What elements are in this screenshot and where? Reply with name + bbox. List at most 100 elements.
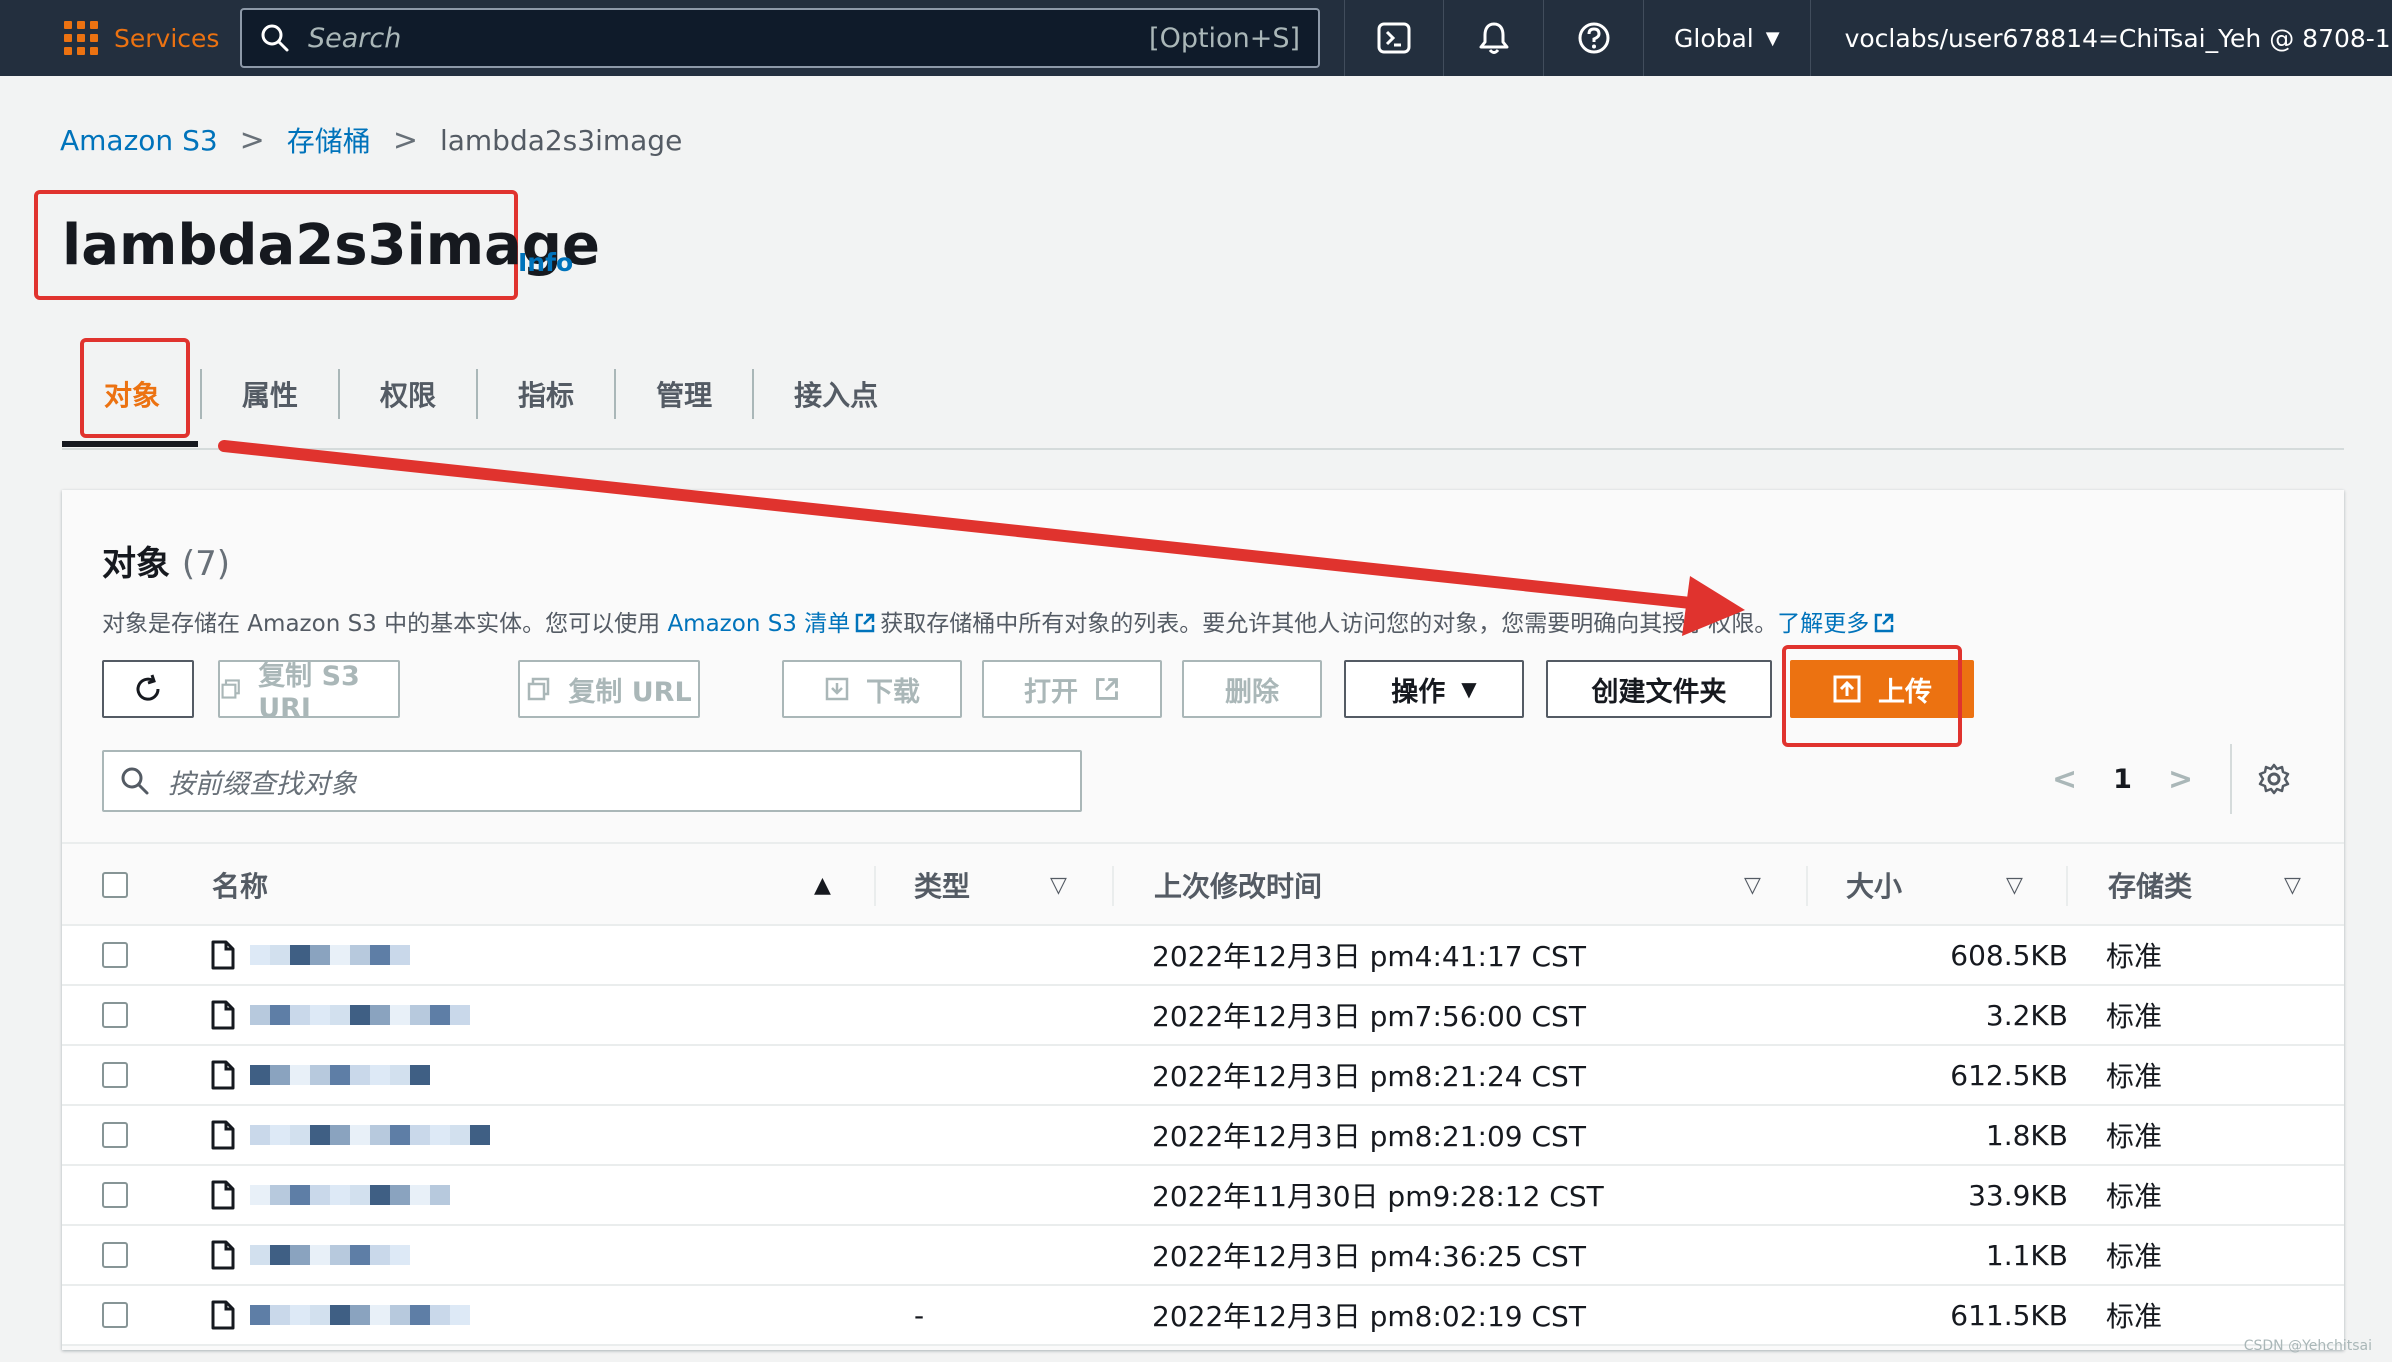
row-checkbox[interactable]: [102, 986, 128, 1044]
row-checkbox[interactable]: [102, 1106, 128, 1164]
panel-description: 对象是存储在 Amazon S3 中的基本实体。您可以使用 Amazon S3 …: [102, 604, 1899, 638]
row-checkbox[interactable]: [102, 1226, 128, 1284]
sort-icon[interactable]: ▽: [2284, 844, 2301, 926]
help-icon: [1578, 22, 1609, 54]
object-size: 608.5KB: [1950, 938, 2068, 972]
object-name-link[interactable]: [210, 926, 410, 984]
tab-permissions[interactable]: 权限: [338, 369, 476, 419]
tab-properties[interactable]: 属性: [200, 369, 338, 419]
file-icon: [211, 1240, 235, 1270]
object-last-modified: 2022年12月3日 pm8:02:19 CST: [1152, 1300, 1586, 1333]
column-size[interactable]: 大小: [1846, 844, 1902, 926]
object-name-link[interactable]: [210, 1046, 430, 1104]
download-button[interactable]: 下载: [782, 660, 962, 718]
tab-management[interactable]: 管理: [614, 369, 752, 419]
tab-annotation-box: [80, 338, 190, 438]
region-selector[interactable]: Global ▼: [1644, 0, 1811, 76]
copy-icon: [528, 677, 550, 701]
sort-icon[interactable]: ▽: [1050, 844, 1067, 926]
delete-button[interactable]: 删除: [1182, 660, 1322, 718]
object-name-link[interactable]: [210, 1166, 450, 1224]
objects-panel: 对象 (7) 对象是存储在 Amazon S3 中的基本实体。您可以使用 Ama…: [62, 490, 2344, 1350]
copy-url-label: 复制 URL: [568, 676, 692, 708]
row-checkbox[interactable]: [102, 1046, 128, 1104]
redacted-name: [250, 1125, 490, 1145]
redacted-name: [250, 1005, 470, 1025]
object-last-modified: 2022年11月30日 pm9:28:12 CST: [1152, 1180, 1604, 1213]
row-checkbox[interactable]: [102, 1166, 128, 1224]
cloudshell-icon: [1377, 22, 1411, 54]
chevron-right-icon[interactable]: >: [2168, 762, 2193, 797]
tab-access-points[interactable]: 接入点: [752, 369, 918, 419]
table-row[interactable]: 2022年12月3日 pm4:41:17 CST 608.5KB 标准: [62, 926, 2344, 986]
redacted-name: [250, 1305, 470, 1325]
object-name-link[interactable]: [210, 1106, 490, 1164]
bell-icon: [1479, 22, 1508, 54]
redacted-name: [250, 1065, 430, 1085]
s3-inventory-link[interactable]: Amazon S3 清单: [667, 611, 850, 637]
object-count: (7): [181, 544, 231, 584]
search-shortcut-hint: [Option+S]: [1149, 22, 1300, 54]
sort-icon[interactable]: ▽: [2006, 844, 2023, 926]
object-name-link[interactable]: [210, 1286, 470, 1344]
panel-heading: 对象 (7): [102, 536, 230, 585]
desc-text-2: 获取存储桶中所有对象的列表。要允许其他人访问您的对象，您需要明确向其授予权限。: [880, 611, 1778, 637]
copy-s3-uri-label: 复制 S3 URI: [258, 661, 360, 724]
object-storage-class: 标准: [2106, 1180, 2163, 1213]
file-icon: [211, 940, 235, 970]
copy-url-button[interactable]: 复制 URL: [518, 660, 700, 718]
column-last-modified[interactable]: 上次修改时间: [1154, 844, 1322, 926]
sort-ascending-icon[interactable]: ▲: [814, 844, 831, 926]
table-row[interactable]: 2022年12月3日 pm7:56:00 CST 3.2KB 标准: [62, 986, 2344, 1046]
copy-s3-uri-button[interactable]: 复制 S3 URI: [218, 660, 400, 724]
table-row[interactable]: 2022年12月3日 pm8:21:24 CST 612.5KB 标准: [62, 1046, 2344, 1106]
info-link[interactable]: Info: [518, 248, 573, 277]
refresh-icon: [136, 674, 160, 701]
global-search-input[interactable]: Search [Option+S]: [240, 8, 1320, 68]
object-storage-class: 标准: [2106, 1240, 2163, 1273]
redacted-name: [250, 945, 410, 965]
breadcrumb-current: lambda2s3image: [439, 123, 683, 157]
file-icon: [211, 1300, 235, 1330]
select-all-checkbox[interactable]: [102, 844, 128, 926]
object-name-link[interactable]: [210, 986, 470, 1044]
breadcrumb-amazon-s3[interactable]: Amazon S3: [60, 124, 218, 157]
caret-down-icon: ▼: [1765, 27, 1780, 49]
table-row[interactable]: 2022年11月30日 pm9:28:12 CST 33.9KB 标准: [62, 1166, 2344, 1226]
external-link-icon: [1096, 678, 1118, 700]
sort-icon[interactable]: ▽: [1744, 844, 1761, 926]
column-type[interactable]: 类型: [914, 844, 970, 926]
prefix-filter-input[interactable]: 按前缀查找对象: [102, 750, 1082, 812]
create-folder-button[interactable]: 创建文件夹: [1546, 660, 1772, 718]
column-name[interactable]: 名称: [212, 844, 268, 926]
search-icon: [121, 767, 149, 795]
actions-label: 操作: [1391, 676, 1446, 708]
actions-dropdown[interactable]: 操作 ▼: [1344, 660, 1524, 718]
table-preferences-button[interactable]: [2230, 744, 2316, 814]
breadcrumb-buckets[interactable]: 存储桶: [287, 120, 371, 160]
column-storage-class[interactable]: 存储类: [2108, 844, 2192, 926]
notifications-button[interactable]: [1444, 0, 1544, 76]
open-button[interactable]: 打开: [982, 660, 1162, 718]
services-menu-button[interactable]: Services: [0, 0, 224, 76]
object-last-modified: 2022年12月3日 pm4:41:17 CST: [1152, 940, 1586, 973]
help-button[interactable]: [1544, 0, 1644, 76]
object-storage-class: 标准: [2106, 1000, 2163, 1033]
object-name-link[interactable]: [210, 1226, 410, 1284]
row-checkbox[interactable]: [102, 1286, 128, 1344]
chevron-left-icon[interactable]: <: [2052, 762, 2077, 797]
refresh-button[interactable]: [102, 660, 194, 718]
bucket-tabs: 对象 属性 权限 指标 管理 接入点: [62, 340, 2344, 450]
page-number[interactable]: 1: [2113, 764, 2132, 795]
tab-metrics[interactable]: 指标: [476, 369, 614, 419]
create-folder-label: 创建文件夹: [1591, 676, 1727, 708]
row-checkbox[interactable]: [102, 926, 128, 984]
account-menu[interactable]: voclabs/user678814=ChiTsai_Yeh @ 8708-10…: [1811, 24, 2392, 53]
cloudshell-button[interactable]: [1344, 0, 1444, 76]
file-icon: [211, 1180, 235, 1210]
learn-more-link[interactable]: 了解更多: [1777, 611, 1869, 637]
table-row[interactable]: 2022年12月3日 pm8:21:09 CST 1.8KB 标准: [62, 1106, 2344, 1166]
object-size: 1.1KB: [1985, 1238, 2068, 1272]
table-row[interactable]: - 2022年12月3日 pm8:02:19 CST 611.5KB 标准: [62, 1286, 2344, 1346]
table-row[interactable]: 2022年12月3日 pm4:36:25 CST 1.1KB 标准: [62, 1226, 2344, 1286]
